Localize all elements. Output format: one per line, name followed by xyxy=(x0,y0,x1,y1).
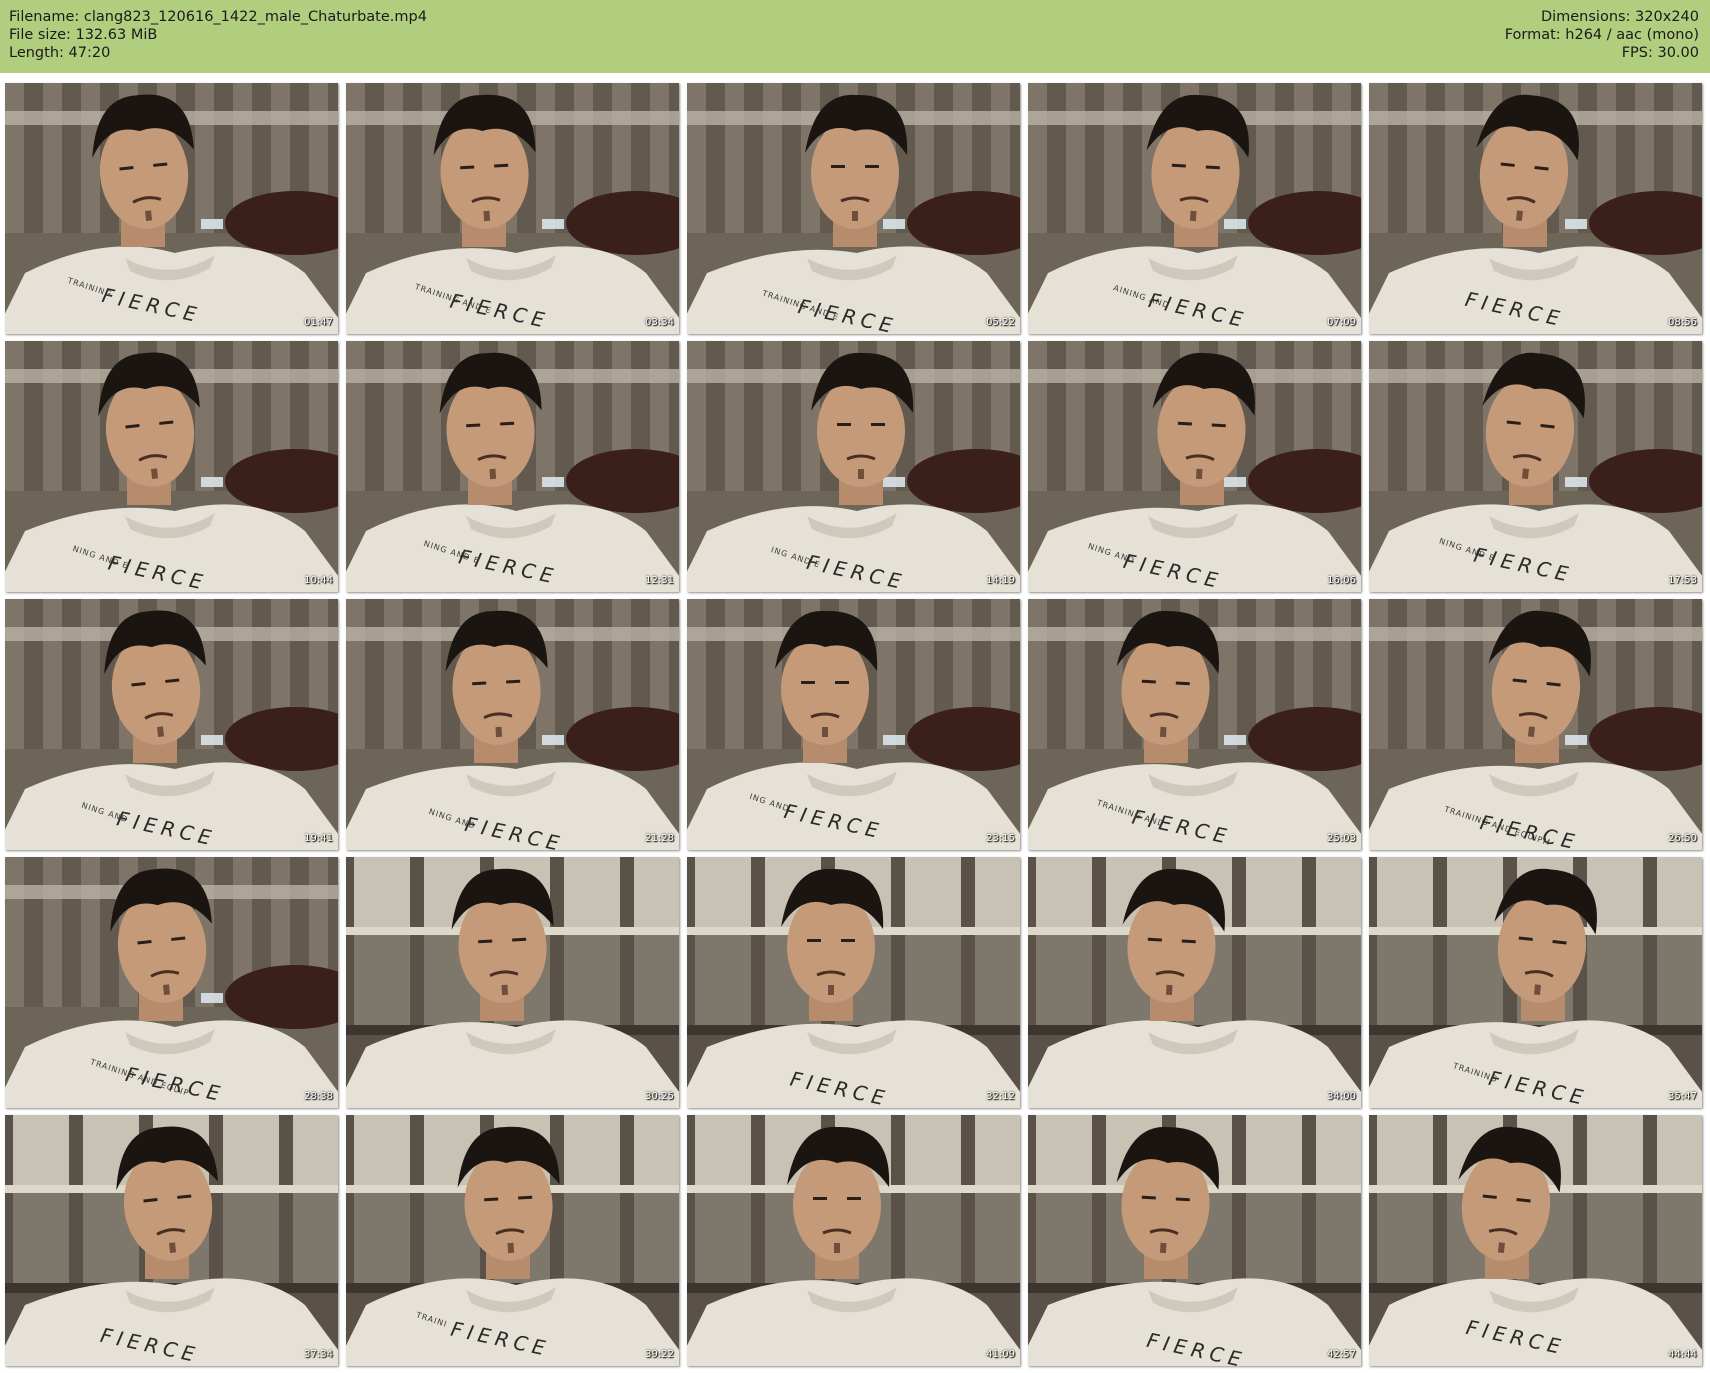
thumbnail-frame-image: FIERCE xyxy=(1028,1115,1361,1366)
thumbnail-frame-image: FIERCETRAINING xyxy=(1369,857,1702,1108)
thumbnail-timestamp: 42:57 xyxy=(1327,1349,1356,1360)
thumbnail-timestamp: 23:15 xyxy=(986,833,1015,844)
thumbnail-timestamp: 21:28 xyxy=(645,833,674,844)
thumbnail-timestamp: 32:12 xyxy=(986,1091,1015,1102)
thumbnail-timestamp: 12:31 xyxy=(645,575,674,586)
thumbnail-frame-image: FIERCE xyxy=(1369,1115,1702,1366)
thumbnail-timestamp: 08:56 xyxy=(1668,317,1697,328)
thumbnail-frame-image: FIERCE xyxy=(5,1115,338,1366)
thumbnail-timestamp: 26:50 xyxy=(1668,833,1697,844)
thumbnail-frame-image: FIERCE xyxy=(1369,83,1702,334)
video-thumbnail: FIERCE NING AND 19:41 xyxy=(5,599,338,850)
video-thumbnail: FIERCE NING AND E 10:44 xyxy=(5,341,338,592)
thumbnail-timestamp: 03:34 xyxy=(645,317,674,328)
video-thumbnail: FIERCE 42:57 xyxy=(1028,1115,1361,1366)
video-thumbnail: FIERCE NING AND E 12:31 xyxy=(346,341,679,592)
thumbnail-frame-image: FIERCETRAINI xyxy=(346,1115,679,1366)
thumbnail-frame-image xyxy=(1028,857,1361,1108)
thumbnail-frame-image: FIERCENING AND E xyxy=(1369,341,1702,592)
thumbnail-frame-image: FIERCEING AND E xyxy=(687,341,1020,592)
video-thumbnail: FIERCE NING AND 21:28 xyxy=(346,599,679,850)
thumbnail-frame-image xyxy=(346,857,679,1108)
thumbnail-frame-image: FIERCENING AND E xyxy=(5,341,338,592)
video-thumbnail: FIERCE 08:56 xyxy=(1369,83,1702,334)
video-thumbnail: 30:25 xyxy=(346,857,679,1108)
thumbnail-frame-image: FIERCEING AND xyxy=(687,599,1020,850)
video-thumbnail: FIERCE TRAINING AND EQUIP 28:38 xyxy=(5,857,338,1108)
thumbnail-timestamp: 16:06 xyxy=(1327,575,1356,586)
thumbnail-frame-image: FIERCENING AND E xyxy=(346,341,679,592)
thumbnail-frame-image: FIERCENING AND xyxy=(346,599,679,850)
thumbnail-frame-image: FIERCETRAINING xyxy=(5,83,338,334)
video-thumbnail: FIERCE 32:12 xyxy=(687,857,1020,1108)
thumbnail-frame-image: FIERCETRAINING AND E xyxy=(346,83,679,334)
thumbnail-timestamp: 10:44 xyxy=(304,575,333,586)
thumbnail-timestamp: 05:22 xyxy=(986,317,1015,328)
thumbnail-frame-image: FIERCE xyxy=(687,857,1020,1108)
thumbnail-grid: FIERCE TRAINING 01:47 FIERCE TRAINING AND E0… xyxy=(0,0,1710,1373)
thumbnail-frame-image: FIERCETRAINING AND EQUIPM xyxy=(1369,599,1702,850)
thumbnail-timestamp: 25:03 xyxy=(1327,833,1356,844)
thumbnail-frame-image: FIERCEAINING AND xyxy=(1028,83,1361,334)
thumbnail-timestamp: 30:25 xyxy=(645,1091,674,1102)
video-thumbnail: FIERCE TRAINING AND 25:03 xyxy=(1028,599,1361,850)
video-thumbnail: FIERCE 37:34 xyxy=(5,1115,338,1366)
video-thumbnail: FIERCE TRAINING AND E 05:22 xyxy=(687,83,1020,334)
thumbnail-frame-image: FIERCETRAINING AND EQUIP xyxy=(5,857,338,1108)
thumbnail-timestamp: 17:53 xyxy=(1668,575,1697,586)
video-thumbnail: 34:00 xyxy=(1028,857,1361,1108)
video-thumbnail: FIERCE AINING AND 07:09 xyxy=(1028,83,1361,334)
thumbnail-timestamp: 28:38 xyxy=(304,1091,333,1102)
video-thumbnail: FIERCE TRAINING 35:47 xyxy=(1369,857,1702,1108)
video-thumbnail: FIERCE TRAINI 39:22 xyxy=(346,1115,679,1366)
video-thumbnail: FIERCE NING AND 16:06 xyxy=(1028,341,1361,592)
thumbnail-frame-image: FIERCETRAINING AND xyxy=(1028,599,1361,850)
thumbnail-frame-image: FIERCETRAINING AND E xyxy=(687,83,1020,334)
video-thumbnail: FIERCE TRAINING AND E 03:34 xyxy=(346,83,679,334)
thumbnail-timestamp: 35:47 xyxy=(1668,1091,1697,1102)
video-thumbnail: FIERCE TRAINING AND EQUIPM 26:50 xyxy=(1369,599,1702,850)
thumbnail-frame-image: FIERCENING AND xyxy=(5,599,338,850)
thumbnail-timestamp: 41:09 xyxy=(986,1349,1015,1360)
video-thumbnail: FIERCE TRAINING 01:47 xyxy=(5,83,338,334)
thumbnail-timestamp: 34:00 xyxy=(1327,1091,1356,1102)
thumbnail-timestamp: 07:09 xyxy=(1327,317,1356,328)
video-thumbnail: FIERCE ING AND E 14:19 xyxy=(687,341,1020,592)
video-thumbnail: FIERCE 44:44 xyxy=(1369,1115,1702,1366)
thumbnail-timestamp: 19:41 xyxy=(304,833,333,844)
video-thumbnail: FIERCE ING AND 23:15 xyxy=(687,599,1020,850)
thumbnail-frame-image: FIERCENING AND xyxy=(1028,341,1361,592)
thumbnail-timestamp: 01:47 xyxy=(304,317,333,328)
thumbnail-timestamp: 44:44 xyxy=(1668,1349,1697,1360)
thumbnail-timestamp: 39:22 xyxy=(645,1349,674,1360)
thumbnail-timestamp: 14:19 xyxy=(986,575,1015,586)
video-thumbnail: 41:09 xyxy=(687,1115,1020,1366)
thumbnail-frame-image xyxy=(687,1115,1020,1366)
video-thumbnail: FIERCE NING AND E 17:53 xyxy=(1369,341,1702,592)
thumbnail-timestamp: 37:34 xyxy=(304,1349,333,1360)
